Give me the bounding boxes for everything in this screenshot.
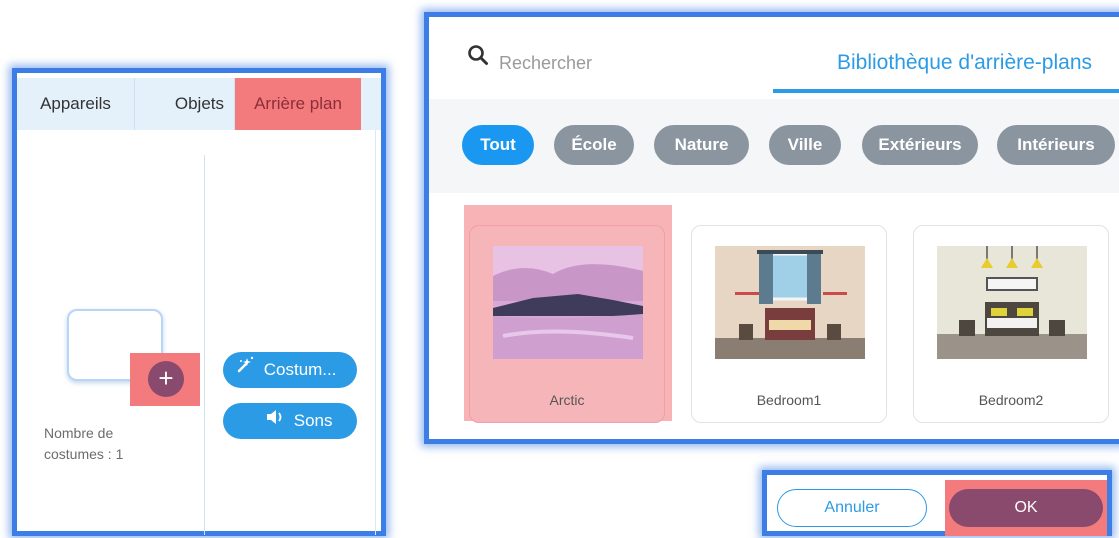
bedroom1-thumbnail (715, 246, 865, 359)
filter-nature[interactable]: Nature (654, 125, 749, 165)
library-title-tab[interactable]: Bibliothèque d'arrière-plans (837, 51, 1092, 75)
ok-button[interactable]: OK (949, 489, 1103, 527)
speaker-icon (265, 403, 289, 439)
search-input[interactable]: Rechercher (499, 53, 592, 74)
tab-backdrop[interactable]: Arrière plan (235, 78, 361, 130)
column-divider (204, 155, 205, 535)
backdrop-card-bedroom2[interactable]: Bedroom2 (913, 225, 1109, 423)
filter-indoors[interactable]: Intérieurs (997, 125, 1115, 165)
backdrop-name: Arctic (549, 392, 585, 408)
filter-city[interactable]: Ville (769, 125, 841, 165)
filter-bar: Tout École Nature Ville Extérieurs Intér… (429, 99, 1119, 193)
library-header: Rechercher Bibliothèque d'arrière-plans (429, 17, 1119, 95)
sprite-editor-panel: Appareils Objets Arrière plan + Nombre d… (12, 68, 386, 536)
costumes-button-label: Costum... (263, 360, 337, 379)
backdrop-library-panel: Rechercher Bibliothèque d'arrière-plans … (424, 12, 1119, 444)
tab-devices[interactable]: Appareils (17, 78, 135, 130)
sounds-button-label: Sons (293, 411, 333, 430)
backdrop-card-arctic[interactable]: Arctic (469, 225, 665, 423)
costume-count-label: Nombre de costumes : 1 (44, 425, 124, 462)
filter-school[interactable]: École (554, 125, 634, 165)
filter-all[interactable]: Tout (462, 125, 534, 165)
backdrop-name: Bedroom2 (978, 392, 1044, 408)
backdrop-card-bedroom1[interactable]: Bedroom1 (691, 225, 887, 423)
cancel-button[interactable]: Annuler (777, 489, 927, 527)
panel-edge-divider (375, 130, 376, 535)
magic-wand-icon (235, 352, 259, 388)
backdrop-name: Bedroom1 (756, 392, 822, 408)
arctic-thumbnail (493, 246, 643, 359)
dialog-actions: Annuler OK (762, 470, 1112, 536)
tab-bar-filler (361, 78, 381, 130)
active-tab-underline (773, 89, 1119, 93)
costumes-button[interactable]: Costum... (223, 352, 357, 388)
add-costume-button[interactable]: + (148, 361, 184, 397)
filter-outdoors[interactable]: Extérieurs (862, 125, 978, 165)
tab-objects[interactable]: Objets (135, 78, 235, 130)
search-icon (467, 44, 489, 66)
sounds-button[interactable]: Sons (223, 403, 357, 439)
bedroom2-thumbnail (937, 246, 1087, 359)
tab-bar: Appareils Objets Arrière plan (17, 78, 381, 130)
